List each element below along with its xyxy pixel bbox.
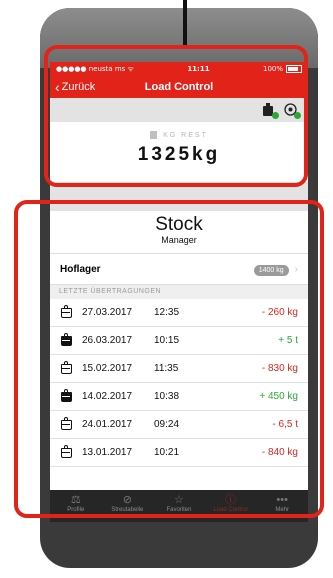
annotation-connector-line (183, 0, 187, 45)
highlight-frame-bottom (14, 200, 324, 518)
highlight-frame-top (44, 45, 308, 187)
